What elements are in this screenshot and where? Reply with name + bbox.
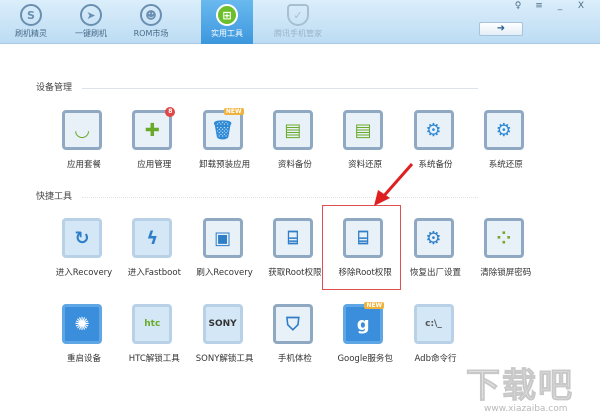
google-icon: g bbox=[356, 313, 370, 335]
tool-pattern-lock[interactable]: ⁘ bbox=[483, 218, 524, 258]
tool-system-restore[interactable]: ⚙ bbox=[483, 110, 524, 150]
tool-refresh[interactable]: ↻ bbox=[62, 218, 102, 258]
nav-tab-2[interactable]: ☻ ROM市场 bbox=[122, 0, 180, 44]
update-button[interactable]: ➜ bbox=[479, 22, 523, 36]
tool-label[interactable]: 刷入Recovery bbox=[185, 266, 265, 278]
tool-label[interactable]: 资料备份 bbox=[255, 158, 335, 170]
tool-label[interactable]: Adb命令行 bbox=[396, 352, 476, 364]
tool-sony-unlock[interactable]: SONY bbox=[202, 304, 243, 344]
document-restore-icon: ▤ bbox=[354, 119, 372, 141]
nav-tab-4[interactable]: ✓ 腾讯手机管家 bbox=[258, 0, 338, 44]
android-icon: ☻ bbox=[140, 4, 162, 26]
nav-label: 实用工具 bbox=[211, 29, 243, 38]
tool-label[interactable]: 应用套餐 bbox=[44, 158, 124, 170]
tool-label[interactable]: 移除Root权限 bbox=[325, 266, 405, 278]
gears-icon: ⚙ bbox=[425, 227, 442, 249]
bag-icon: ◡ bbox=[75, 119, 89, 141]
tool-loading[interactable]: ✺ bbox=[62, 304, 102, 344]
divider bbox=[82, 88, 478, 89]
tool-label[interactable]: 应用管理 bbox=[114, 158, 194, 170]
htc-unlock-icon: htc bbox=[144, 319, 161, 329]
watermark-logo: 下载吧 bbox=[466, 366, 574, 407]
shield-check-icon: ⛉ bbox=[286, 313, 300, 335]
badge: NEW bbox=[223, 108, 244, 115]
document-icon: ▤ bbox=[284, 119, 302, 141]
nav-tab-0[interactable]: S 刷机精灵 bbox=[2, 0, 60, 44]
nav-tab-1[interactable]: ➤ 一键刷机 bbox=[62, 0, 120, 44]
tool-label[interactable]: 清除锁屏密码 bbox=[466, 266, 546, 278]
tool-htc-unlock[interactable]: htc bbox=[132, 304, 173, 344]
menu-button[interactable]: ≡ bbox=[530, 0, 548, 12]
tool-terminal[interactable]: c:\_ bbox=[413, 304, 454, 344]
section-title-device: 设备管理 bbox=[36, 83, 73, 93]
shield-icon: ✓ bbox=[287, 4, 309, 26]
nav-label: 一键刷机 bbox=[75, 29, 107, 38]
system-restore-icon: ⚙ bbox=[495, 119, 512, 141]
android-unroot-icon: ⌸ bbox=[357, 227, 369, 249]
nav-label: 腾讯手机管家 bbox=[274, 29, 322, 38]
grid-icon: ⊞ bbox=[216, 4, 238, 26]
tool-label[interactable]: 重启设备 bbox=[44, 352, 124, 364]
trash-icon: 🗑 bbox=[211, 119, 235, 141]
cursor-icon: ➤ bbox=[80, 4, 102, 26]
nav-label: ROM市场 bbox=[133, 29, 169, 38]
tool-label[interactable]: 手机体检 bbox=[255, 352, 335, 364]
nav-label: 刷机精灵 bbox=[15, 29, 47, 38]
tool-system-backup[interactable]: ⚙ bbox=[413, 110, 454, 150]
badge: 8 bbox=[165, 107, 176, 117]
tablet-icon: ▣ bbox=[214, 227, 232, 249]
tool-label[interactable]: 系统还原 bbox=[466, 158, 546, 170]
tool-label[interactable]: 获取Root权限 bbox=[255, 266, 335, 278]
system-backup-icon: ⚙ bbox=[425, 119, 442, 141]
tool-document[interactable]: ▤ bbox=[272, 110, 313, 150]
tool-trash[interactable]: 🗑 NEW bbox=[202, 108, 244, 150]
refresh-icon: ↻ bbox=[74, 227, 90, 249]
sony-unlock-icon: SONY bbox=[208, 319, 237, 329]
tool-android-unroot[interactable]: ⌸ bbox=[343, 218, 384, 258]
terminal-icon: c:\_ bbox=[425, 319, 442, 329]
tool-label[interactable]: 进入Recovery bbox=[44, 266, 124, 278]
tool-label[interactable]: Google服务包 bbox=[325, 352, 405, 364]
tool-label[interactable]: 系统备份 bbox=[396, 158, 476, 170]
tool-label[interactable]: 卸载预装应用 bbox=[185, 158, 265, 170]
feedback-button[interactable]: ♀ bbox=[509, 0, 527, 12]
pattern-lock-icon: ⁘ bbox=[496, 227, 512, 249]
tool-label[interactable]: SONY解锁工具 bbox=[185, 352, 265, 364]
nav-tab-3[interactable]: ⊞ 实用工具 bbox=[201, 0, 253, 44]
tool-label[interactable]: 资料还原 bbox=[325, 158, 405, 170]
s-logo-icon: S bbox=[20, 4, 42, 26]
tool-gears[interactable]: ⚙ bbox=[413, 218, 454, 258]
minimize-button[interactable]: _ bbox=[551, 0, 569, 12]
badge: NEW bbox=[364, 302, 385, 309]
tool-label[interactable]: 恢复出厂设置 bbox=[396, 266, 476, 278]
close-button[interactable]: X bbox=[572, 0, 590, 12]
android-root-icon: ⌸ bbox=[287, 227, 299, 249]
watermark-url: www.xiazaiba.com bbox=[484, 404, 568, 414]
tool-label[interactable]: HTC解锁工具 bbox=[114, 352, 194, 364]
tool-bag[interactable]: ◡ bbox=[62, 110, 102, 150]
section-title-tools: 快捷工具 bbox=[36, 192, 73, 202]
tool-android-root[interactable]: ⌸ bbox=[272, 218, 313, 258]
lightning-icon: ϟ bbox=[146, 227, 159, 249]
tool-label[interactable]: 进入Fastboot bbox=[114, 266, 194, 278]
tool-document-restore[interactable]: ▤ bbox=[343, 110, 384, 150]
tool-tablet[interactable]: ▣ bbox=[202, 218, 243, 258]
tool-google[interactable]: g NEW bbox=[343, 302, 385, 344]
puzzle-icon: ✚ bbox=[144, 119, 160, 141]
tool-puzzle[interactable]: ✚ 8 bbox=[132, 107, 176, 150]
tool-lightning[interactable]: ϟ bbox=[132, 218, 173, 258]
loading-icon: ✺ bbox=[74, 313, 90, 335]
tool-shield-check[interactable]: ⛉ bbox=[272, 304, 313, 344]
